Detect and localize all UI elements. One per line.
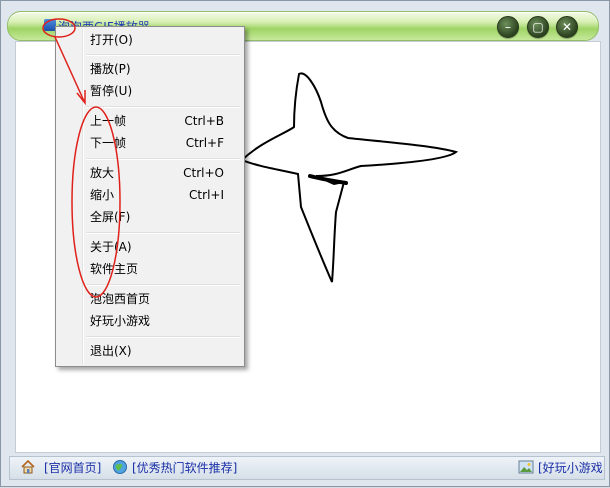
annotation-arrowhead xyxy=(76,90,86,106)
annotation-ellipse xyxy=(71,106,121,298)
annotation-arrow xyxy=(54,36,85,102)
red-annotation-overlay xyxy=(42,18,121,298)
annotation-circle-icon xyxy=(42,18,76,38)
app-window: 泡泡西GIF播放器 – ▢ ✕ [官网首页] [优秀热门软件推荐] xyxy=(0,0,610,487)
